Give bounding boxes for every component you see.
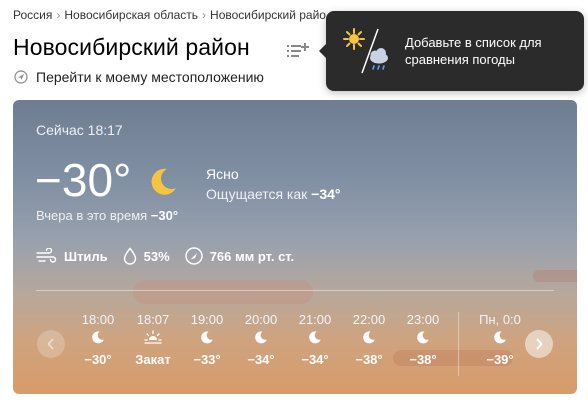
hour-temp: −33° [193,352,221,367]
go-to-my-location-link[interactable]: Перейти к моему местоположению [14,69,264,85]
hourly-item: 21:00 −34° [288,312,342,367]
location-arrow-icon [14,70,28,84]
moon-icon [71,330,125,352]
hour-time: Пн, 0:0 [479,312,521,327]
hourly-item: 22:00 −38° [342,312,396,367]
pressure-param: 766 мм рт. ст. [184,246,294,266]
moon-icon [180,330,234,352]
moon-icon [396,330,450,352]
current-weather-card: Сейчас 18:17 −30° Ясно Ощущается как −34… [13,100,577,394]
divider [36,290,554,291]
tooltip-text: Добавьте в список для сравнения погоды [405,35,542,67]
breadcrumb: Россия › Новосибирская область › Новосибирск… [13,8,326,22]
hour-temp: −38° [355,352,383,367]
feels-like: Ощущается как −34° [206,186,341,202]
hour-time: 18:00 [81,312,115,327]
breadcrumb-item-region[interactable]: Новосибирская область [64,8,198,22]
breadcrumb-item-district[interactable]: Новосибирский райо [210,8,326,22]
hourly-item: 20:00 −34° [234,312,288,367]
hour-time: 21:00 [298,312,332,327]
humidity-value: 53% [143,248,170,264]
breadcrumb-separator: › [202,8,207,22]
moon-icon [234,330,288,352]
chevron-right-icon [536,338,543,350]
day-separator [458,312,459,376]
yesterday-label: Вчера в это время [36,208,151,223]
hour-time: 20:00 [244,312,278,327]
humidity-param: 53% [122,247,170,265]
hour-time: 18:07 [136,312,170,327]
current-temperature: −30° [35,154,132,206]
hour-time: 23:00 [406,312,440,327]
weather-params: Штиль 53% 766 мм рт. ст. [36,246,308,266]
current-time-label: Сейчас 18:17 [36,122,123,138]
hourly-forecast: 18:00 −30° 18:07 Закат 19:00 −33° 20:00 … [13,312,577,382]
moon-icon [342,330,396,352]
sun-cloud-compare-icon [343,28,388,74]
add-to-compare-icon[interactable] [285,40,311,60]
wind-value: Штиль [64,248,108,264]
hourly-item: 23:00 −38° [396,312,450,367]
pressure-gauge-icon [185,247,203,265]
background-cloud [133,280,313,304]
hour-time: 19:00 [190,312,224,327]
breadcrumb-item-country[interactable]: Россия [13,8,52,22]
hourly-item: 18:00 −30° [71,312,125,367]
feels-like-label: Ощущается как [206,186,312,202]
chevron-left-icon [47,338,54,350]
hour-temp: −38° [409,352,437,367]
scroll-left-button[interactable] [37,330,65,358]
hourly-item: Пн, 0:0 −39° [475,312,525,367]
hour-temp: −34° [247,352,275,367]
hour-temp: Закат [135,352,171,367]
background-cloud [533,270,577,282]
humidity-drop-icon [123,247,136,265]
scroll-right-button[interactable] [525,330,553,358]
wind-param: Штиль [36,248,108,264]
moon-icon [288,330,342,352]
hour-temp: −30° [84,352,112,367]
sunset-icon [126,330,180,352]
go-to-my-location-label: Перейти к моему местоположению [36,69,264,85]
hourly-item: 19:00 −33° [180,312,234,367]
breadcrumb-separator: › [56,8,61,22]
hourly-item: 18:07 Закат [126,312,180,367]
hour-temp: −34° [301,352,329,367]
moon-icon [475,330,525,352]
wind-icon [36,248,57,263]
weather-condition: Ясно [206,166,239,182]
hour-temp: −39° [486,352,514,367]
moon-icon [151,168,176,195]
page-title: Новосибирский район [13,34,250,60]
yesterday-temperature: Вчера в это время −30° [36,208,178,223]
hour-time: 22:00 [352,312,386,327]
feels-like-value: −34° [311,186,341,202]
compare-tooltip: Добавьте в список для сравнения погоды [319,11,584,91]
pressure-value: 766 мм рт. ст. [209,248,295,264]
yesterday-value: −30° [150,208,179,223]
